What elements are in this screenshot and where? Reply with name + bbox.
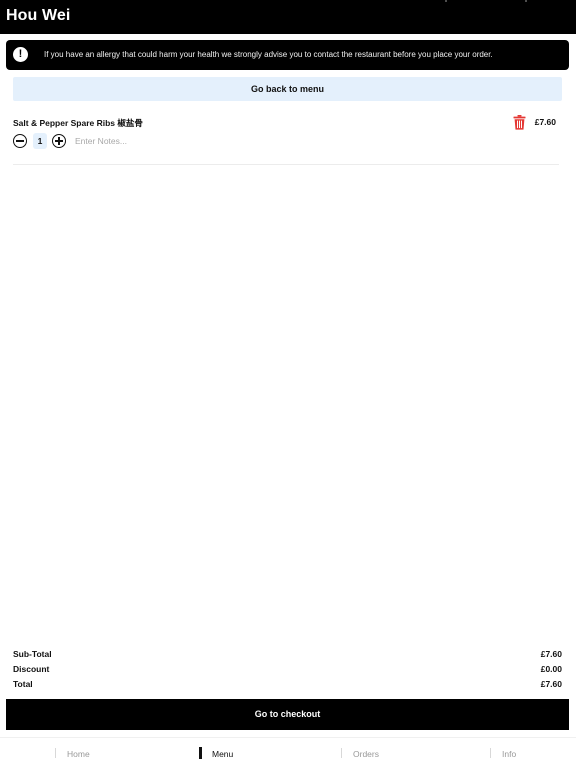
nav-item-orders[interactable]: Orders [341, 748, 379, 759]
app-root: Hou Wei ! If you have an allergy that co… [0, 0, 576, 768]
subtotal-value: £7.60 [540, 649, 562, 659]
discount-value: £0.00 [540, 664, 562, 674]
nav-item-info[interactable]: Info [490, 748, 517, 759]
discount-label: Discount [13, 664, 50, 674]
nav-item-label: Home [67, 749, 90, 759]
bottom-nav: Home Menu Orders Info [0, 737, 576, 768]
status-dot [445, 0, 447, 2]
nav-item-home[interactable]: Home [55, 748, 90, 759]
notes-input[interactable] [75, 134, 225, 148]
nav-separator [55, 748, 56, 758]
item-price: £7.60 [534, 117, 556, 127]
nav-item-menu[interactable]: Menu [199, 747, 234, 759]
total-label: Total [13, 679, 33, 689]
increase-quantity-button[interactable] [52, 134, 66, 148]
nav-separator [490, 748, 491, 758]
nav-item-label: Menu [212, 749, 234, 759]
nav-active-indicator [199, 747, 202, 759]
subtotal-label: Sub-Total [13, 649, 52, 659]
allergy-notice: ! If you have an allergy that could harm… [6, 40, 569, 70]
item-name: Salt & Pepper Spare Ribs 椒盐骨 [13, 118, 143, 128]
exclamation-icon: ! [13, 47, 28, 62]
total-value: £7.60 [540, 679, 562, 689]
top-bar: Hou Wei [0, 0, 576, 34]
go-back-to-menu-button[interactable]: Go back to menu [13, 77, 562, 101]
nav-separator [341, 748, 342, 758]
quantity-value: 1 [33, 133, 47, 149]
minus-icon [16, 140, 24, 142]
cart-item: Salt & Pepper Spare Ribs 椒盐骨 £7.60 1 [13, 112, 559, 165]
restaurant-title: Hou Wei [6, 7, 71, 24]
nav-item-label: Info [502, 749, 517, 759]
subtotal-row: Sub-Total £7.60 [13, 649, 562, 664]
allergy-notice-text: If you have an allergy that could harm y… [44, 50, 493, 59]
trash-icon[interactable] [513, 115, 526, 130]
order-totals: Sub-Total £7.60 Discount £0.00 Total £7.… [13, 649, 562, 694]
go-to-checkout-button[interactable]: Go to checkout [6, 699, 569, 730]
total-row: Total £7.60 [13, 679, 562, 694]
status-dot [525, 0, 527, 2]
nav-item-label: Orders [353, 749, 379, 759]
discount-row: Discount £0.00 [13, 664, 562, 679]
decrease-quantity-button[interactable] [13, 134, 27, 148]
